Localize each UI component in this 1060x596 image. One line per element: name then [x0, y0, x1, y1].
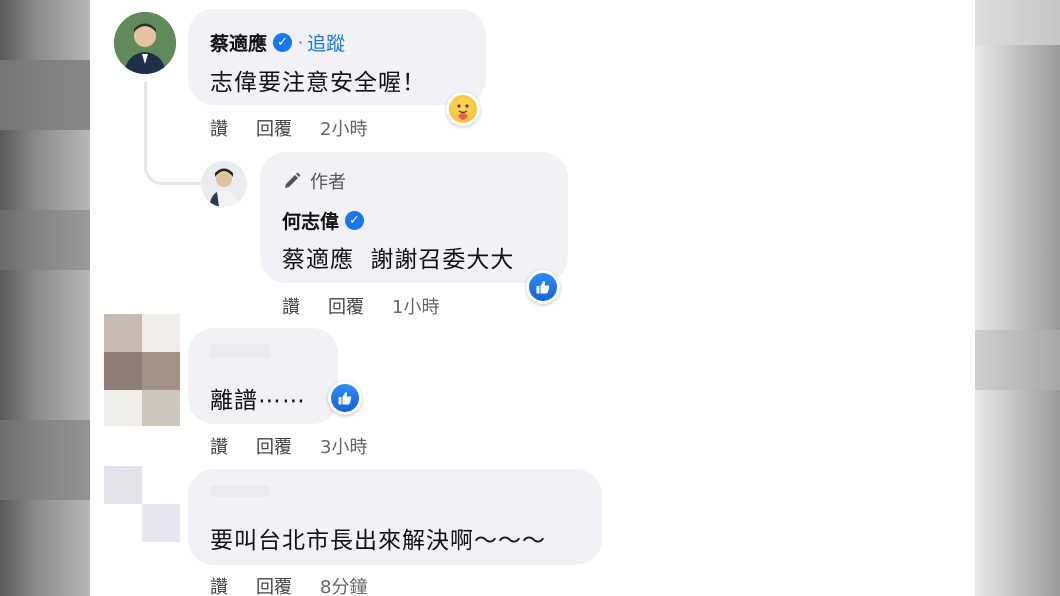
mention-link[interactable]: 蔡適應: [282, 247, 354, 273]
like-link[interactable]: 讚: [210, 433, 228, 459]
commenter-name[interactable]: 何志偉: [282, 207, 339, 234]
pixelated-avatar[interactable]: [104, 314, 180, 426]
comment-actions: 讚 回覆 3小時: [210, 433, 367, 459]
comment-actions: 讚 回覆 8分鐘: [210, 573, 367, 596]
timestamp[interactable]: 2小時: [320, 115, 367, 141]
commenter-name[interactable]: 蔡適應: [210, 29, 267, 56]
like-link[interactable]: 讚: [210, 115, 228, 141]
comments-panel: 蔡適應 ✓ · 追蹤 志偉要注意安全喔！ 讚 回覆 2小時 作者 何志偉 ✓ 蔡…: [90, 0, 975, 596]
commenter-avatar[interactable]: [114, 12, 176, 74]
blurred-name: [210, 344, 270, 358]
like-link[interactable]: 讚: [210, 573, 228, 596]
like-reaction-icon[interactable]: [328, 381, 362, 415]
verified-badge-icon: ✓: [345, 211, 365, 230]
timestamp[interactable]: 1小時: [392, 293, 439, 319]
comment-actions: 讚 回覆 2小時: [210, 115, 367, 141]
comment-bubble: 蔡適應 ✓ · 追蹤 志偉要注意安全喔！: [188, 9, 486, 105]
comment-bubble: 要叫台北市長出來解決啊～～～: [188, 469, 602, 565]
verified-badge-icon: ✓: [273, 33, 293, 52]
follow-link[interactable]: 追蹤: [307, 29, 345, 56]
pencil-icon: [285, 172, 301, 188]
reply-link[interactable]: 回覆: [256, 433, 292, 459]
reply-bubble: 作者 何志偉 ✓ 蔡適應 謝謝召委大大: [260, 152, 568, 283]
pixelated-avatar[interactable]: [104, 466, 180, 542]
like-link[interactable]: 讚: [282, 293, 300, 319]
like-reaction-icon[interactable]: [526, 270, 560, 304]
care-reaction-icon[interactable]: [446, 92, 480, 126]
comment-text: 要叫台北市長出來解決啊～～～: [210, 528, 546, 554]
comment-text: 志偉要注意安全喔！: [210, 70, 426, 96]
blurred-background-left: [0, 0, 90, 596]
reply-link[interactable]: 回覆: [256, 115, 292, 141]
reply-text: 謝謝召委大大: [370, 247, 515, 273]
author-avatar[interactable]: [201, 161, 247, 207]
reply-link[interactable]: 回覆: [256, 573, 292, 596]
person-photo-icon: [114, 12, 176, 74]
blurred-name: [210, 485, 270, 497]
reply-actions: 讚 回覆 1小時: [282, 293, 439, 319]
separator-dot: ·: [298, 33, 304, 52]
timestamp[interactable]: 3小時: [320, 433, 367, 459]
timestamp[interactable]: 8分鐘: [320, 573, 367, 596]
reply-link[interactable]: 回覆: [328, 293, 364, 319]
comment-text: 蔡適應 謝謝召委大大: [282, 240, 514, 274]
author-label: 作者: [310, 172, 346, 193]
comment-bubble: 離譜⋯⋯: [188, 328, 338, 424]
reply-thread-line: [144, 82, 203, 185]
blurred-background-right: [975, 0, 1060, 596]
person-photo-icon: [201, 161, 247, 207]
comment-text: 離譜⋯⋯: [210, 388, 306, 414]
